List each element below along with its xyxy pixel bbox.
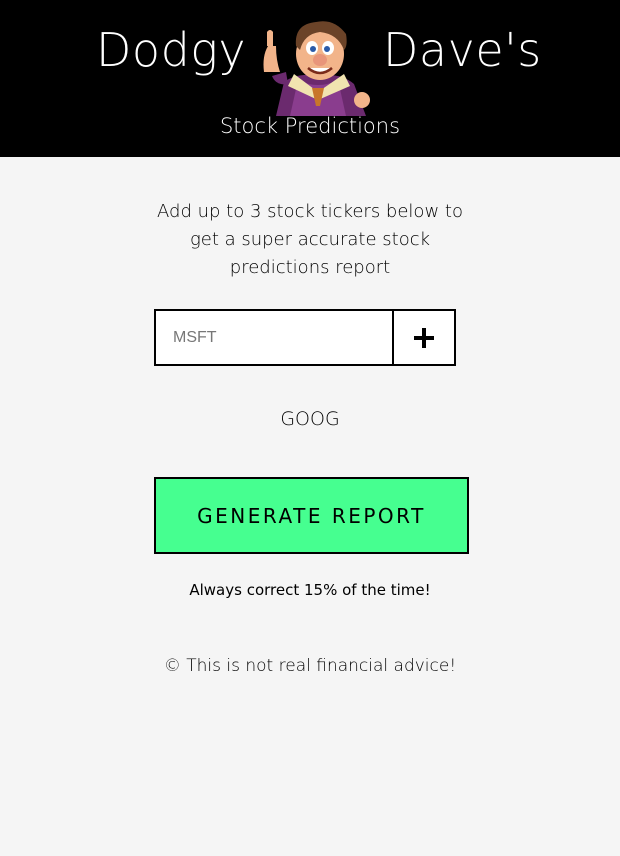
site-header: Dodgy Dave's Stock Predictions bbox=[0, 0, 620, 157]
mascot-icon bbox=[263, 21, 370, 116]
ticker-form bbox=[154, 309, 456, 366]
subtitle: Stock Predictions bbox=[219, 114, 401, 138]
ticker-input[interactable] bbox=[156, 311, 392, 364]
plus-icon bbox=[414, 327, 434, 348]
main-content: Add up to 3 stock tickers below to get a… bbox=[0, 157, 620, 856]
instructions-text: Add up to 3 stock tickers below to get a… bbox=[157, 201, 463, 278]
add-ticker-button[interactable] bbox=[392, 311, 454, 364]
title-dodgy: Dodgy bbox=[96, 23, 247, 77]
ticker-item: GOOG bbox=[280, 408, 340, 430]
generate-report-button[interactable]: GENERATE REPORT bbox=[154, 477, 469, 554]
ticker-list: GOOG bbox=[0, 408, 620, 430]
tagline: Always correct 15% of the time! bbox=[189, 581, 431, 599]
footer-disclaimer: © This is not real financial advice! bbox=[163, 656, 457, 676]
title-daves: Dave's bbox=[383, 23, 542, 77]
